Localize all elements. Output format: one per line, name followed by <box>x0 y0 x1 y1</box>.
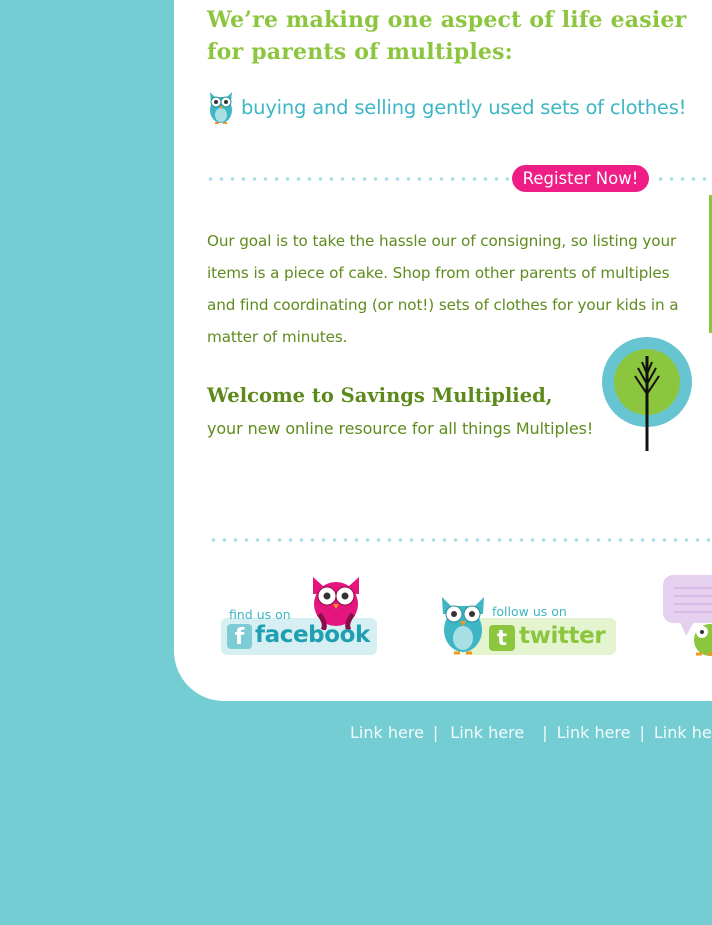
twitter-t-icon: t <box>489 625 515 651</box>
welcome-subtitle: your new online resource for all things … <box>207 419 594 438</box>
footer-link-2[interactable]: Link here <box>450 723 524 742</box>
footer-link-4[interactable]: Link here <box>654 723 712 742</box>
twitter-small-text: follow us on <box>492 604 567 619</box>
twitter-badge[interactable]: follow us on t twitter <box>439 592 619 658</box>
dotted-divider-top-right <box>655 177 712 181</box>
facebook-f-icon: f <box>227 624 252 650</box>
register-now-button[interactable]: Register Now! <box>512 165 649 192</box>
tree-icon <box>602 337 692 451</box>
footer-separator: | <box>542 723 548 742</box>
facebook-badge[interactable]: find us on f facebook <box>221 574 381 658</box>
footer-separator: | <box>639 723 645 742</box>
dotted-divider-top-left <box>205 177 509 181</box>
goal-paragraph: Our goal is to take the hassle our of co… <box>207 232 679 346</box>
twitter-name: twitter <box>519 623 606 649</box>
footer-links: Link here | Link here | Link here | Link here <box>350 723 712 742</box>
facebook-small-text: find us on <box>229 607 291 622</box>
footer-separator: | <box>432 723 439 742</box>
welcome-title: Welcome to Savings Multiplied, <box>207 384 553 407</box>
facebook-name: facebook <box>255 622 370 648</box>
tagline: buying and selling gently used sets of c… <box>241 95 687 119</box>
footer-link-3[interactable]: Link here <box>557 723 631 742</box>
owl-icon <box>210 92 232 124</box>
teal-owl-icon <box>442 597 484 655</box>
footer-link-1[interactable]: Link here <box>350 723 424 742</box>
dotted-divider-bottom <box>208 538 712 542</box>
tagline-row: buying and selling gently used sets of c… <box>207 88 686 126</box>
speech-bubble-icon[interactable] <box>662 574 712 658</box>
headline: We’re making one aspect of life easier f… <box>207 7 687 65</box>
